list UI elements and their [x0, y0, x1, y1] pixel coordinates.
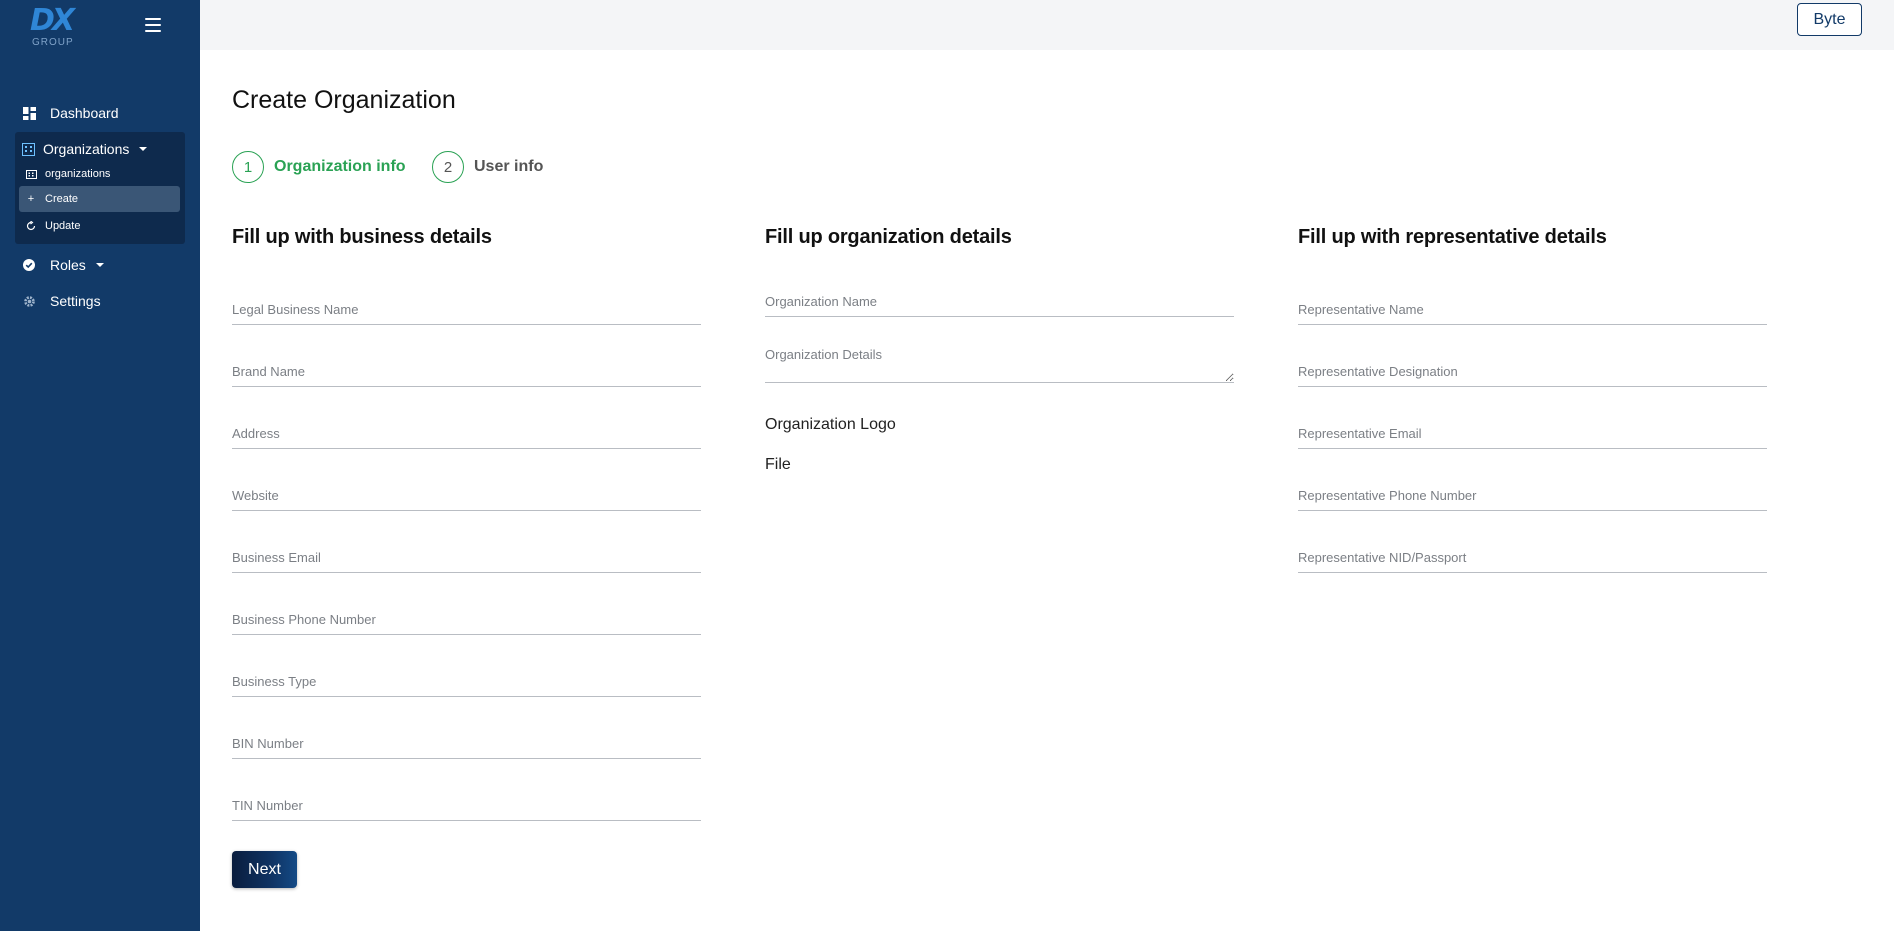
- sidebar-subitem-organizations[interactable]: organizations: [19, 161, 180, 187]
- sidebar-item-organizations[interactable]: Organizations: [15, 137, 185, 161]
- sidebar-item-label: Roles: [50, 257, 86, 273]
- sidebar-item-label: Settings: [50, 293, 101, 309]
- user-menu-button[interactable]: Byte: [1797, 3, 1862, 36]
- step-user-info[interactable]: 2 User info: [432, 151, 543, 183]
- step-organization-info[interactable]: 1 Organization info: [232, 151, 406, 183]
- address-field[interactable]: [232, 419, 701, 449]
- sidebar-item-settings[interactable]: Settings: [0, 286, 200, 316]
- bin-number-field[interactable]: [232, 729, 701, 759]
- top-bar: Byte: [200, 0, 1894, 50]
- chevron-down-icon: [95, 263, 104, 267]
- representative-nid-field[interactable]: [1298, 543, 1767, 573]
- organization-details-heading: Fill up organization details: [765, 226, 1012, 248]
- sidebar: DX GROUP Dashboard Organizations organiz…: [0, 0, 200, 931]
- page-title: Create Organization: [232, 86, 456, 114]
- gear-icon: [22, 294, 36, 308]
- website-field[interactable]: [232, 481, 701, 511]
- representative-email-field[interactable]: [1298, 419, 1767, 449]
- sidebar-subitem-update[interactable]: Update: [19, 213, 180, 239]
- organization-details-field[interactable]: [765, 347, 1234, 383]
- check-circle-icon: [22, 258, 36, 272]
- sidebar-subitem-create[interactable]: + Create: [19, 186, 180, 212]
- sidebar-item-dashboard[interactable]: Dashboard: [0, 98, 200, 128]
- folder-icon: [25, 169, 37, 179]
- step-label: User info: [474, 158, 544, 175]
- chevron-down-icon: [139, 147, 148, 151]
- refresh-icon: [25, 221, 37, 231]
- sidebar-item-label: Dashboard: [50, 105, 119, 121]
- sidebar-subitem-label: Create: [45, 193, 79, 205]
- logo-subtext: GROUP: [32, 37, 74, 48]
- organizations-group: Organizations organizations + Create Upd…: [15, 132, 185, 244]
- step-number: 1: [232, 151, 264, 183]
- business-type-field[interactable]: [232, 667, 701, 697]
- organization-name-field[interactable]: [765, 287, 1234, 317]
- representative-details-heading: Fill up with representative details: [1298, 226, 1607, 248]
- business-phone-field[interactable]: [232, 605, 701, 635]
- plus-icon: +: [27, 193, 35, 205]
- dashboard-icon: [22, 106, 36, 120]
- representative-phone-field[interactable]: [1298, 481, 1767, 511]
- step-label: Organization info: [274, 158, 406, 175]
- logo-mark: DX: [30, 3, 75, 38]
- business-details-heading: Fill up with business details: [232, 226, 492, 248]
- next-button[interactable]: Next: [232, 851, 297, 888]
- sidebar-subitem-label: Update: [45, 220, 81, 232]
- legal-business-name-field[interactable]: [232, 295, 701, 325]
- brand-logo[interactable]: DX GROUP: [30, 4, 80, 50]
- file-upload-input[interactable]: File: [765, 456, 791, 474]
- business-email-field[interactable]: [232, 543, 701, 573]
- organization-logo-label: Organization Logo: [765, 416, 896, 433]
- sidebar-item-roles[interactable]: Roles: [0, 250, 200, 280]
- representative-name-field[interactable]: [1298, 295, 1767, 325]
- step-number: 2: [432, 151, 464, 183]
- tin-number-field[interactable]: [232, 791, 701, 821]
- sidebar-subitem-label: organizations: [45, 168, 111, 180]
- menu-toggle-icon[interactable]: [145, 18, 161, 32]
- brand-name-field[interactable]: [232, 357, 701, 387]
- representative-designation-field[interactable]: [1298, 357, 1767, 387]
- sidebar-item-label: Organizations: [43, 141, 130, 157]
- building-icon: [21, 142, 35, 156]
